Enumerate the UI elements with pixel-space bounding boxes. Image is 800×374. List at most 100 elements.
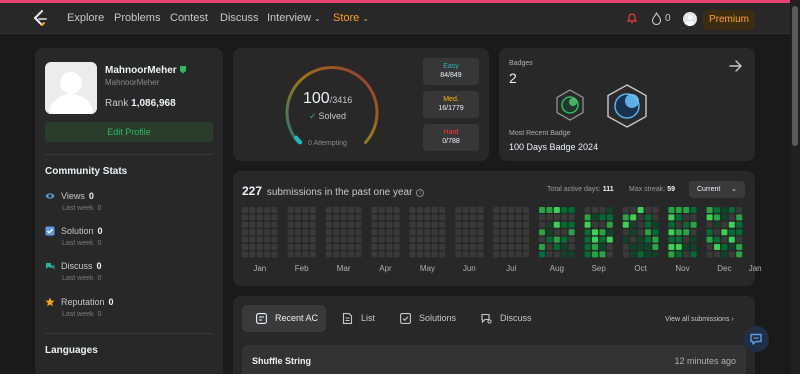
heatmap-day-cell[interactable] — [592, 221, 598, 228]
heatmap-day-cell[interactable] — [561, 221, 568, 228]
difficulty-easy[interactable]: Easy 84/849 — [423, 58, 479, 85]
heatmap-day-cell[interactable] — [508, 244, 515, 250]
heatmap-day-cell[interactable] — [271, 244, 278, 250]
heatmap-day-cell[interactable] — [249, 207, 256, 213]
heatmap-day-cell[interactable] — [584, 236, 591, 243]
heatmap-day-cell[interactable] — [302, 236, 309, 243]
heatmap-day-cell[interactable] — [721, 214, 728, 221]
heatmap-day-cell[interactable] — [295, 214, 301, 221]
heatmap-day-cell[interactable] — [295, 236, 301, 243]
heatmap-day-cell[interactable] — [264, 236, 271, 243]
heatmap-day-cell[interactable] — [706, 214, 713, 221]
heatmap-day-cell[interactable] — [493, 207, 500, 213]
heatmap-day-cell[interactable] — [637, 214, 644, 221]
heatmap-day-cell[interactable] — [584, 221, 591, 228]
heatmap-day-cell[interactable] — [630, 244, 637, 250]
heatmap-day-cell[interactable] — [714, 251, 720, 258]
heatmap-day-cell[interactable] — [515, 236, 522, 243]
heatmap-day-cell[interactable] — [271, 207, 278, 213]
heatmap-day-cell[interactable] — [736, 229, 743, 236]
heatmap-day-cell[interactable] — [606, 229, 613, 236]
heatmap-day-cell[interactable] — [417, 236, 423, 243]
heatmap-day-cell[interactable] — [340, 251, 347, 258]
heatmap-day-cell[interactable] — [455, 244, 462, 250]
heatmap-day-cell[interactable] — [386, 214, 393, 221]
heatmap-day-cell[interactable] — [302, 229, 309, 236]
heatmap-day-cell[interactable] — [690, 229, 697, 236]
heatmap-day-cell[interactable] — [675, 207, 682, 213]
heatmap-day-cell[interactable] — [508, 251, 515, 258]
heatmap-day-cell[interactable] — [431, 229, 438, 236]
heatmap-day-cell[interactable] — [523, 236, 529, 243]
heatmap-day-cell[interactable] — [493, 229, 500, 236]
heatmap-day-cell[interactable] — [515, 229, 522, 236]
heatmap-day-cell[interactable] — [340, 229, 347, 236]
heatmap-day-cell[interactable] — [439, 214, 446, 221]
heatmap-day-cell[interactable] — [592, 207, 598, 213]
heatmap-day-cell[interactable] — [592, 214, 598, 221]
heatmap-day-cell[interactable] — [470, 236, 476, 243]
heatmap-day-cell[interactable] — [302, 207, 309, 213]
heatmap-day-cell[interactable] — [637, 244, 644, 250]
heatmap-day-cell[interactable] — [493, 214, 500, 221]
heatmap-day-cell[interactable] — [592, 236, 598, 243]
view-all-submissions-link[interactable]: View all submissions › — [665, 316, 734, 323]
feedback-button[interactable] — [743, 326, 769, 352]
heatmap-day-cell[interactable] — [622, 207, 629, 213]
heatmap-day-cell[interactable] — [393, 214, 400, 221]
heatmap-day-cell[interactable] — [592, 244, 598, 250]
heatmap-day-cell[interactable] — [455, 221, 462, 228]
heatmap-day-cell[interactable] — [668, 236, 675, 243]
heatmap-day-cell[interactable] — [409, 236, 416, 243]
heatmap-day-cell[interactable] — [546, 251, 553, 258]
heatmap-day-cell[interactable] — [470, 221, 476, 228]
heatmap-day-cell[interactable] — [546, 229, 553, 236]
heatmap-day-cell[interactable] — [539, 214, 545, 221]
heatmap-day-cell[interactable] — [546, 207, 553, 213]
heatmap-day-cell[interactable] — [371, 214, 378, 221]
heatmap-day-cell[interactable] — [675, 244, 682, 250]
heatmap-day-cell[interactable] — [683, 244, 690, 250]
heatmap-day-cell[interactable] — [348, 244, 354, 250]
heatmap-day-cell[interactable] — [546, 244, 553, 250]
heatmap-day-cell[interactable] — [256, 214, 263, 221]
heatmap-day-cell[interactable] — [592, 229, 598, 236]
heatmap-day-cell[interactable] — [470, 251, 476, 258]
heatmap-day-cell[interactable] — [355, 229, 362, 236]
heatmap-day-cell[interactable] — [683, 236, 690, 243]
heatmap-day-cell[interactable] — [417, 207, 423, 213]
heatmap-day-cell[interactable] — [424, 207, 431, 213]
heatmap-day-cell[interactable] — [637, 229, 644, 236]
heatmap-day-cell[interactable] — [470, 244, 476, 250]
heatmap-day-cell[interactable] — [424, 244, 431, 250]
heatmap-day-cell[interactable] — [714, 207, 720, 213]
heatmap-day-cell[interactable] — [645, 214, 651, 221]
heatmap-day-cell[interactable] — [439, 236, 446, 243]
heatmap-day-cell[interactable] — [690, 251, 697, 258]
nav-discuss[interactable]: Discuss — [220, 12, 259, 24]
heatmap-day-cell[interactable] — [606, 244, 613, 250]
heatmap-day-cell[interactable] — [271, 236, 278, 243]
heatmap-day-cell[interactable] — [393, 229, 400, 236]
heatmap-day-cell[interactable] — [431, 207, 438, 213]
heatmap-day-cell[interactable] — [515, 207, 522, 213]
heatmap-day-cell[interactable] — [333, 221, 340, 228]
heatmap-day-cell[interactable] — [714, 236, 720, 243]
heatmap-day-cell[interactable] — [325, 221, 332, 228]
arrow-right-icon[interactable] — [729, 59, 743, 73]
heatmap-day-cell[interactable] — [714, 214, 720, 221]
heatmap-day-cell[interactable] — [295, 207, 301, 213]
heatmap-day-cell[interactable] — [652, 229, 659, 236]
heatmap-day-cell[interactable] — [622, 236, 629, 243]
heatmap-day-cell[interactable] — [508, 221, 515, 228]
heatmap-day-cell[interactable] — [652, 221, 659, 228]
heatmap-day-cell[interactable] — [493, 251, 500, 258]
heatmap-day-cell[interactable] — [462, 229, 469, 236]
heatmap-day-cell[interactable] — [340, 244, 347, 250]
difficulty-hard[interactable]: Hard 0/788 — [423, 124, 479, 151]
heatmap-day-cell[interactable] — [599, 251, 606, 258]
heatmap-day-cell[interactable] — [477, 244, 484, 250]
heatmap-day-cell[interactable] — [668, 214, 675, 221]
heatmap-day-cell[interactable] — [470, 229, 476, 236]
heatmap-day-cell[interactable] — [424, 229, 431, 236]
